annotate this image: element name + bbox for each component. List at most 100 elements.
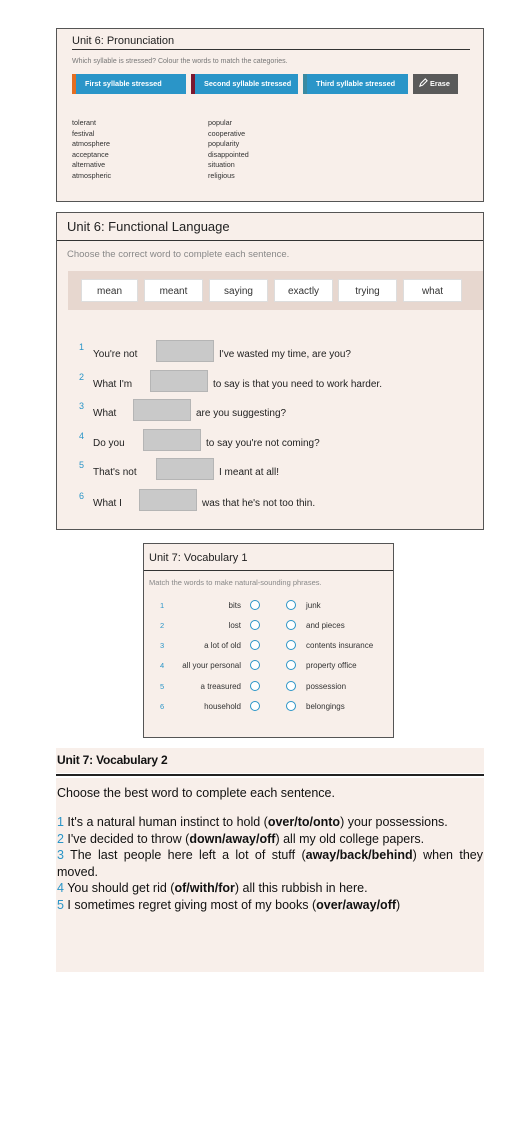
left-phrase: a lot of old: [204, 641, 241, 650]
right-phrase: and pieces: [306, 621, 345, 630]
answer-options[interactable]: down/away/off: [189, 832, 275, 846]
question-text-before: That's not: [93, 467, 137, 478]
word-item[interactable]: tolerant: [72, 118, 111, 129]
word-chip-saying[interactable]: saying: [209, 279, 268, 302]
word-item[interactable]: popularity: [208, 139, 249, 150]
sentence-text: You should get rid (: [63, 881, 175, 895]
question-text-after: to say is that you need to work harder.: [213, 379, 382, 390]
panel-header: Unit 7: Vocabulary 2: [56, 748, 484, 773]
word-chip-exactly[interactable]: exactly: [274, 279, 333, 302]
sentence-list: 1 It's a natural human instinct to hold …: [57, 814, 483, 913]
title-divider: [56, 774, 484, 776]
question-number: 6: [79, 491, 85, 501]
sentence-item: 2 I've decided to throw (down/away/off) …: [57, 831, 483, 848]
answer-options[interactable]: of/with/for: [174, 881, 234, 895]
right-radio[interactable]: [286, 620, 296, 630]
right-radio[interactable]: [286, 660, 296, 670]
word-item[interactable]: cooperative: [208, 129, 249, 140]
word-item[interactable]: disappointed: [208, 150, 249, 161]
row-number: 4: [160, 661, 165, 670]
right-radio[interactable]: [286, 640, 296, 650]
word-bank: mean meant saying exactly trying what: [68, 271, 483, 310]
left-phrase: lost: [228, 621, 241, 630]
panel-title: Unit 7: Vocabulary 1: [149, 552, 248, 564]
question-number: 4: [79, 431, 85, 441]
answer-gap[interactable]: [156, 458, 214, 480]
answer-options[interactable]: away/back/behind: [306, 848, 413, 862]
item-number: 4: [57, 881, 64, 895]
left-radio[interactable]: [250, 701, 260, 711]
question-text-before: You're not: [93, 349, 138, 360]
left-radio[interactable]: [250, 660, 260, 670]
right-radio[interactable]: [286, 701, 296, 711]
right-word-column: popular cooperative popularity disappoin…: [208, 118, 249, 182]
left-phrase: a treasured: [200, 682, 241, 691]
word-chip-meant[interactable]: meant: [144, 279, 203, 302]
left-word-column: tolerant festival atmosphere acceptance …: [72, 118, 111, 182]
answer-gap[interactable]: [133, 399, 191, 421]
left-radio[interactable]: [250, 640, 260, 650]
left-radio[interactable]: [250, 600, 260, 610]
left-radio[interactable]: [250, 681, 260, 691]
sentence-text: ) your possessions.: [340, 815, 448, 829]
left-phrase: all your personal: [182, 661, 241, 670]
question-text-after: I meant at all!: [219, 467, 280, 478]
panel-title: Unit 6: Functional Language: [67, 219, 230, 234]
item-number: 3: [57, 848, 64, 862]
question-text-after: I've wasted my time, are you?: [219, 349, 351, 360]
answer-gap[interactable]: [150, 370, 208, 392]
right-phrase: contents insurance: [306, 641, 374, 650]
right-phrase: belongings: [306, 702, 345, 711]
word-item[interactable]: acceptance: [72, 150, 111, 161]
title-divider: [57, 240, 483, 241]
sentence-item: 5 I sometimes regret giving most of my b…: [57, 897, 483, 914]
title-divider: [72, 49, 470, 50]
instruction-text: Which syllable is stressed? Colour the w…: [72, 58, 288, 65]
question-text-before: What: [93, 408, 117, 419]
row-number: 1: [160, 601, 165, 610]
question-text-before: Do you: [93, 438, 125, 449]
question-text-after: to say you're not coming?: [206, 438, 320, 449]
row-number: 2: [160, 621, 165, 630]
question-number: 2: [79, 372, 85, 382]
match-row: 1 bits junk: [144, 599, 395, 613]
answer-gap[interactable]: [143, 429, 201, 451]
word-item[interactable]: situation: [208, 160, 249, 171]
second-syllable-button[interactable]: Second syllable stressed: [191, 74, 298, 94]
sentence-text: I sometimes regret giving most of my boo…: [63, 897, 317, 912]
answer-gap[interactable]: [139, 489, 197, 511]
word-chip-mean[interactable]: mean: [81, 279, 138, 302]
sentence-text: ) all this rubbish in here.: [234, 881, 368, 895]
third-syllable-button[interactable]: Third syllable stressed: [303, 74, 408, 94]
right-radio[interactable]: [286, 600, 296, 610]
word-item[interactable]: alternative: [72, 160, 111, 171]
word-item[interactable]: atmospheric: [72, 171, 111, 182]
answer-options[interactable]: over/away/off: [316, 898, 396, 912]
word-item[interactable]: popular: [208, 118, 249, 129]
panel-title: Unit 6: Pronunciation: [72, 35, 175, 47]
pronunciation-panel: Unit 6: Pronunciation Which syllable is …: [56, 28, 484, 202]
match-row: 2 lost and pieces: [144, 619, 395, 633]
right-radio[interactable]: [286, 681, 296, 691]
word-item[interactable]: religious: [208, 171, 249, 182]
row-number: 3: [160, 641, 165, 650]
word-chip-trying[interactable]: trying: [338, 279, 397, 302]
word-item[interactable]: festival: [72, 129, 111, 140]
pencil-icon: [419, 78, 430, 88]
erase-button[interactable]: Erase: [413, 74, 458, 94]
question-text-after: are you suggesting?: [196, 408, 287, 419]
right-phrase: junk: [306, 601, 321, 610]
row-number: 5: [160, 682, 165, 691]
answer-options[interactable]: over/to/onto: [268, 815, 340, 829]
left-radio[interactable]: [250, 620, 260, 630]
sentence-item: 1 It's a natural human instinct to hold …: [57, 814, 483, 831]
word-item[interactable]: atmosphere: [72, 139, 111, 150]
sentence-text: ): [396, 897, 401, 912]
panel-title: Unit 7: Vocabulary 2: [57, 753, 168, 767]
question-text-before: What I'm: [93, 379, 133, 390]
match-row: 4 all your personal property office: [144, 659, 395, 673]
row-number: 6: [160, 702, 165, 711]
first-syllable-button[interactable]: First syllable stressed: [72, 74, 186, 94]
answer-gap[interactable]: [156, 340, 214, 362]
word-chip-what[interactable]: what: [403, 279, 462, 302]
